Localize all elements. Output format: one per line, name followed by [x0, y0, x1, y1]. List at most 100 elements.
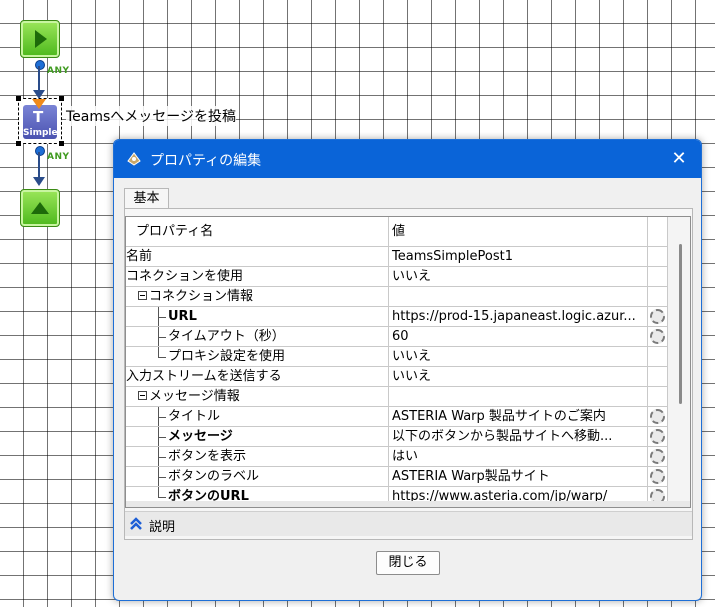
property-name-label: コネクションを使用: [126, 269, 244, 284]
property-value[interactable]: はい: [389, 447, 648, 467]
table-row[interactable]: URL https://prod-15.japaneast.logic.azur.…: [126, 307, 690, 327]
edit-cell[interactable]: [648, 427, 668, 447]
property-name-label: URL: [168, 309, 197, 324]
edit-icon[interactable]: [650, 469, 665, 484]
property-name: メッセージ情報: [126, 387, 389, 407]
edit-cell[interactable]: [648, 307, 668, 327]
tree-branch-icon: [154, 467, 168, 486]
tab-basic[interactable]: 基本: [124, 188, 169, 209]
table-row[interactable]: 入力ストリームを送信する いいえ: [126, 367, 690, 387]
edit-cell[interactable]: [648, 407, 668, 427]
connection-port[interactable]: [35, 146, 45, 156]
property-name: プロキシ設定を使用: [126, 347, 389, 367]
teams-simple-post-node[interactable]: T Simple: [16, 96, 64, 146]
edit-icon[interactable]: [650, 449, 665, 464]
property-name-label: プロキシ設定を使用: [168, 349, 286, 364]
edit-icon[interactable]: [650, 429, 665, 444]
property-table: プロパティ名 値 名前 TeamsSimplePost1 コネクションを使用 いいえコ…: [125, 216, 691, 508]
edit-cell: [648, 387, 668, 407]
property-name-label: ボタンのラベル: [168, 469, 260, 484]
tree-branch-icon: [154, 307, 168, 326]
component-badge: Simple: [23, 128, 58, 138]
edit-cell[interactable]: [648, 467, 668, 487]
property-value[interactable]: いいえ: [389, 347, 648, 367]
arrow-head-icon: [33, 177, 45, 186]
tab-panel: プロパティ名 値 名前 TeamsSimplePost1 コネクションを使用 いいえコ…: [124, 208, 693, 540]
start-node[interactable]: [20, 20, 60, 58]
column-header-blank: [648, 217, 668, 247]
settings-icon: [127, 152, 141, 166]
property-value[interactable]: 60: [389, 327, 648, 347]
selection-handle[interactable]: [59, 96, 64, 101]
property-value[interactable]: ASTERIA Warp製品サイト: [389, 467, 648, 487]
tree-branch-icon: [154, 347, 168, 366]
property-name-label: ボタンを表示: [168, 449, 247, 464]
property-name: コネクション情報: [126, 287, 389, 307]
property-name-label: コネクション情報: [149, 289, 254, 304]
property-value[interactable]: TeamsSimplePost1: [389, 247, 648, 267]
property-name: ボタンを表示: [126, 447, 389, 467]
connection-label: ANY: [47, 66, 70, 76]
property-value[interactable]: 以下のボタンから製品サイトへ移動...: [389, 427, 648, 447]
table-row[interactable]: タイムアウト（秒） 60: [126, 327, 690, 347]
end-node[interactable]: [20, 189, 60, 227]
table-row[interactable]: メッセージ情報: [126, 387, 690, 407]
table-row[interactable]: コネクションを使用 いいえ: [126, 267, 690, 287]
close-icon[interactable]: ✕: [663, 144, 695, 174]
tree-branch-icon: [154, 447, 168, 466]
selection-handle[interactable]: [16, 141, 21, 146]
edit-cell: [648, 367, 668, 387]
edit-icon[interactable]: [650, 409, 665, 424]
play-icon: [35, 30, 47, 48]
close-button[interactable]: 閉じる: [376, 551, 440, 575]
property-name: タイトル: [126, 407, 389, 427]
property-value[interactable]: ASTERIA Warp 製品サイトのご案内: [389, 407, 648, 427]
vertical-scrollbar[interactable]: [668, 217, 690, 507]
property-value[interactable]: いいえ: [389, 267, 648, 287]
edit-icon[interactable]: [650, 329, 665, 344]
table-row[interactable]: メッセージ 以下のボタンから製品サイトへ移動...: [126, 427, 690, 447]
end-icon: [31, 202, 49, 214]
property-name: 入力ストリームを送信する: [126, 367, 389, 387]
horizontal-scrollbar[interactable]: [126, 501, 690, 507]
edit-cell[interactable]: [648, 327, 668, 347]
connection-port[interactable]: [35, 60, 45, 70]
property-name-label: 名前: [126, 249, 153, 264]
edit-cell: [648, 267, 668, 287]
property-name: 名前: [126, 247, 389, 267]
edit-cell[interactable]: [648, 447, 668, 467]
tree-branch-icon: [154, 427, 168, 446]
scroll-thumb[interactable]: [679, 244, 682, 404]
edit-cell: [648, 347, 668, 367]
edit-icon[interactable]: [650, 309, 665, 324]
edit-cell: [648, 247, 668, 267]
table-row[interactable]: タイトル ASTERIA Warp 製品サイトのご案内: [126, 407, 690, 427]
property-name-label: メッセージ: [168, 429, 233, 444]
selection-handle[interactable]: [16, 96, 21, 101]
dialog-titlebar[interactable]: プロパティの編集 ✕: [114, 140, 701, 178]
description-bar[interactable]: 説明: [125, 511, 692, 536]
table-row[interactable]: コネクション情報: [126, 287, 690, 307]
property-name-label: メッセージ情報: [149, 389, 240, 404]
property-value[interactable]: いいえ: [389, 367, 648, 387]
property-value: [389, 387, 648, 407]
table-row[interactable]: 名前 TeamsSimplePost1: [126, 247, 690, 267]
collapse-icon[interactable]: [138, 391, 147, 400]
table-row[interactable]: プロキシ設定を使用 いいえ: [126, 347, 690, 367]
property-name: タイムアウト（秒）: [126, 327, 389, 347]
column-header-value: 値: [389, 217, 648, 247]
selection-handle[interactable]: [59, 141, 64, 146]
connector-line: [38, 152, 40, 178]
property-dialog: プロパティの編集 ✕ 基本 プロパティ名 値 名前 TeamsSimplePost…: [113, 139, 702, 601]
collapse-icon[interactable]: [138, 291, 147, 300]
table-row[interactable]: ボタンを表示 はい: [126, 447, 690, 467]
column-header-name: プロパティ名: [126, 217, 389, 247]
property-value: [389, 287, 648, 307]
property-name-label: タイムアウト（秒）: [168, 329, 285, 344]
property-name: ボタンのラベル: [126, 467, 389, 487]
dialog-title: プロパティの編集: [150, 153, 262, 169]
property-value[interactable]: https://prod-15.japaneast.logic.azur...: [389, 307, 648, 327]
property-name-label: タイトル: [168, 409, 221, 424]
table-row[interactable]: ボタンのラベル ASTERIA Warp製品サイト: [126, 467, 690, 487]
connection-label: ANY: [47, 152, 70, 162]
